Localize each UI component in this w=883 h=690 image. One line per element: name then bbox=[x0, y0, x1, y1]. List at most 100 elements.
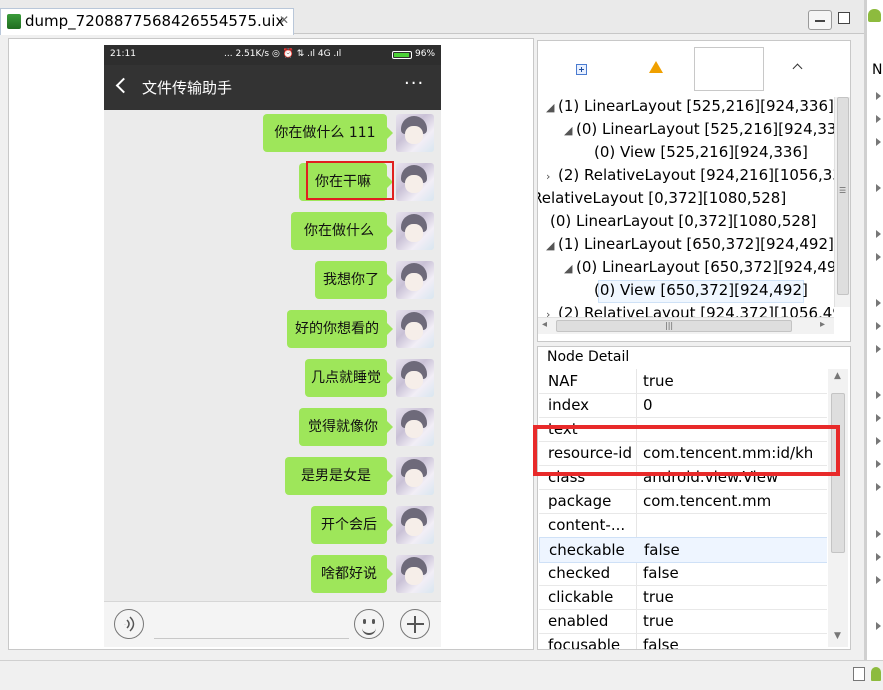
detail-row-focusable[interactable]: focusable false bbox=[539, 633, 827, 649]
message-bubble[interactable]: 是男是女是 bbox=[285, 457, 393, 495]
message-bubble[interactable]: 啥都好说 bbox=[311, 555, 393, 593]
avatar[interactable] bbox=[396, 457, 434, 495]
avatar[interactable] bbox=[396, 212, 434, 250]
minimize-button[interactable] bbox=[808, 10, 832, 30]
message-bubble[interactable]: 开个会后 bbox=[311, 506, 393, 544]
more-actions-button[interactable] bbox=[400, 609, 430, 639]
detail-row-content[interactable]: content-... bbox=[539, 513, 827, 538]
avatar[interactable] bbox=[396, 163, 434, 201]
maximize-button[interactable] bbox=[838, 12, 850, 24]
tree-node[interactable]: › (2) RelativeLayout [924,372][1056,492] bbox=[546, 302, 834, 317]
avatar[interactable] bbox=[396, 555, 434, 593]
detail-row-checked[interactable]: checked false bbox=[539, 561, 827, 586]
tree-node-label: (0) LinearLayout [0,372][1080,528] bbox=[550, 212, 817, 230]
tree-node[interactable]: RelativeLayout [0,372][1080,528] bbox=[538, 187, 786, 210]
status-bar: 21:11 ... 2.51K/s ◎ ⏰ ⇅ .ıl 4G .ıl 96% bbox=[104, 45, 441, 65]
tree-expand-arrow-icon[interactable] bbox=[876, 530, 881, 538]
detail-value: com.tencent.mm bbox=[643, 492, 772, 510]
android-icon[interactable] bbox=[871, 667, 881, 681]
detail-row-package[interactable]: package com.tencent.mm bbox=[539, 489, 827, 514]
message-bubble[interactable]: 你在做什么 bbox=[291, 212, 393, 250]
tree-expand-arrow-icon[interactable] bbox=[876, 115, 881, 123]
avatar[interactable] bbox=[396, 114, 434, 152]
tree-expand-arrow-icon[interactable] bbox=[876, 553, 881, 561]
tree-node[interactable]: ◢ (0) LinearLayout [650,372][924,492] bbox=[564, 256, 834, 279]
tree-node[interactable]: (0) View [650,372][924,492] bbox=[582, 279, 808, 302]
detail-row-index[interactable]: index 0 bbox=[539, 393, 827, 418]
voice-button[interactable] bbox=[114, 609, 144, 639]
tree-toggle-icon[interactable]: › bbox=[546, 303, 558, 317]
tree-expand-arrow-icon[interactable] bbox=[876, 483, 881, 491]
message-input[interactable] bbox=[154, 638, 349, 639]
tree-expand-arrow-icon[interactable] bbox=[876, 345, 881, 353]
message-bubble[interactable]: 几点就睡觉 bbox=[305, 359, 393, 397]
tree-expand-arrow-icon[interactable] bbox=[876, 414, 881, 422]
scroll-left-icon[interactable]: ◂ bbox=[542, 319, 547, 330]
avatar[interactable] bbox=[396, 408, 434, 446]
tree-node[interactable]: › (2) RelativeLayout [924,216][1056,336] bbox=[546, 164, 834, 187]
tree-expand-arrow-icon[interactable] bbox=[876, 322, 881, 330]
tree-expand-arrow-icon[interactable] bbox=[876, 622, 881, 630]
avatar[interactable] bbox=[396, 310, 434, 348]
detail-value: false bbox=[643, 636, 679, 649]
scroll-right-icon[interactable]: ▸ bbox=[820, 319, 825, 330]
tree-node-label: (0) View [525,216][924,336] bbox=[594, 143, 808, 161]
tree-node[interactable]: ◢ (1) LinearLayout [650,372][924,492] bbox=[546, 233, 834, 256]
expand-all-icon[interactable] bbox=[576, 64, 587, 75]
message-bubble[interactable]: 觉得就像你 bbox=[299, 408, 393, 446]
message-bubble[interactable]: 我想你了 bbox=[315, 261, 393, 299]
tree-expand-arrow-icon[interactable] bbox=[876, 138, 881, 146]
detail-row-naf[interactable]: NAF true bbox=[539, 369, 827, 394]
input-bar bbox=[104, 601, 441, 647]
tree-vertical-thumb[interactable]: ☰ bbox=[837, 97, 849, 295]
back-icon[interactable] bbox=[115, 77, 132, 94]
tree-expand-arrow-icon[interactable] bbox=[876, 230, 881, 238]
tree-toggle-icon[interactable]: ◢ bbox=[546, 96, 558, 119]
chevron-up-icon[interactable] bbox=[792, 63, 803, 74]
close-icon[interactable]: ✕ bbox=[279, 13, 289, 27]
android-icon[interactable] bbox=[868, 9, 881, 22]
tree-vertical-scrollbar[interactable]: ☰ bbox=[834, 97, 850, 307]
avatar[interactable] bbox=[396, 261, 434, 299]
scroll-down-icon[interactable]: ▼ bbox=[834, 631, 841, 641]
more-icon[interactable]: ··· bbox=[404, 73, 424, 94]
side-panel-label: N bbox=[872, 62, 883, 78]
emoji-button[interactable] bbox=[354, 609, 384, 639]
warning-icon[interactable] bbox=[649, 61, 663, 73]
tree-expand-arrow-icon[interactable] bbox=[876, 299, 881, 307]
message-bubble[interactable]: 你在做什么 111 bbox=[263, 114, 393, 152]
detail-row-clickable[interactable]: clickable true bbox=[539, 585, 827, 610]
tree-node[interactable]: (0) LinearLayout [0,372][1080,528] bbox=[538, 210, 816, 233]
tree-node[interactable]: ◢ (0) LinearLayout [525,216][924,336] bbox=[564, 118, 834, 141]
battery-text: 96% bbox=[415, 49, 436, 59]
detail-row-enabled[interactable]: enabled true bbox=[539, 609, 827, 634]
tree-expand-arrow-icon[interactable] bbox=[876, 437, 881, 445]
message-bubble[interactable]: 好的你想看的 bbox=[287, 310, 393, 348]
avatar[interactable] bbox=[396, 506, 434, 544]
avatar-face bbox=[405, 273, 423, 291]
tree-expand-arrow-icon[interactable] bbox=[876, 253, 881, 261]
tree-node[interactable]: ◢ (1) LinearLayout [525,216][924,336] bbox=[546, 95, 834, 118]
tree-horizontal-scrollbar[interactable]: ◂ ||| ▸ bbox=[538, 317, 834, 334]
tree-horizontal-thumb[interactable]: ||| bbox=[556, 320, 792, 332]
device-screenshot[interactable]: 21:11 ... 2.51K/s ◎ ⏰ ⇅ .ıl 4G .ıl 96% 文… bbox=[104, 45, 441, 647]
tree-expand-arrow-icon[interactable] bbox=[876, 576, 881, 584]
scroll-up-icon[interactable]: ▲ bbox=[834, 371, 841, 381]
tree-expand-arrow-icon[interactable] bbox=[876, 92, 881, 100]
detail-row-checkable[interactable]: checkable false bbox=[539, 537, 827, 563]
tree-expand-arrow-icon[interactable] bbox=[876, 391, 881, 399]
toolbar-blank-field[interactable] bbox=[694, 47, 764, 91]
tree-expand-arrow-icon[interactable] bbox=[876, 184, 881, 192]
avatar-face bbox=[405, 175, 423, 193]
tree-node[interactable]: (0) View [525,216][924,336] bbox=[582, 141, 808, 164]
tree-toggle-icon[interactable]: › bbox=[546, 165, 558, 188]
avatar[interactable] bbox=[396, 359, 434, 397]
editor-tab[interactable]: dump_7208877568426554575.uix ✕ bbox=[0, 8, 294, 35]
tree-toggle-icon[interactable]: ◢ bbox=[564, 257, 576, 280]
document-icon[interactable] bbox=[853, 667, 865, 681]
tree-expand-arrow-icon[interactable] bbox=[876, 460, 881, 468]
detail-vertical-scrollbar[interactable]: ▲ ▼ bbox=[828, 369, 848, 647]
tree-toggle-icon[interactable]: ◢ bbox=[564, 119, 576, 142]
status-indicators: ... 2.51K/s ◎ ⏰ ⇅ .ıl 4G .ıl bbox=[224, 49, 342, 59]
tree-toggle-icon[interactable]: ◢ bbox=[546, 234, 558, 257]
